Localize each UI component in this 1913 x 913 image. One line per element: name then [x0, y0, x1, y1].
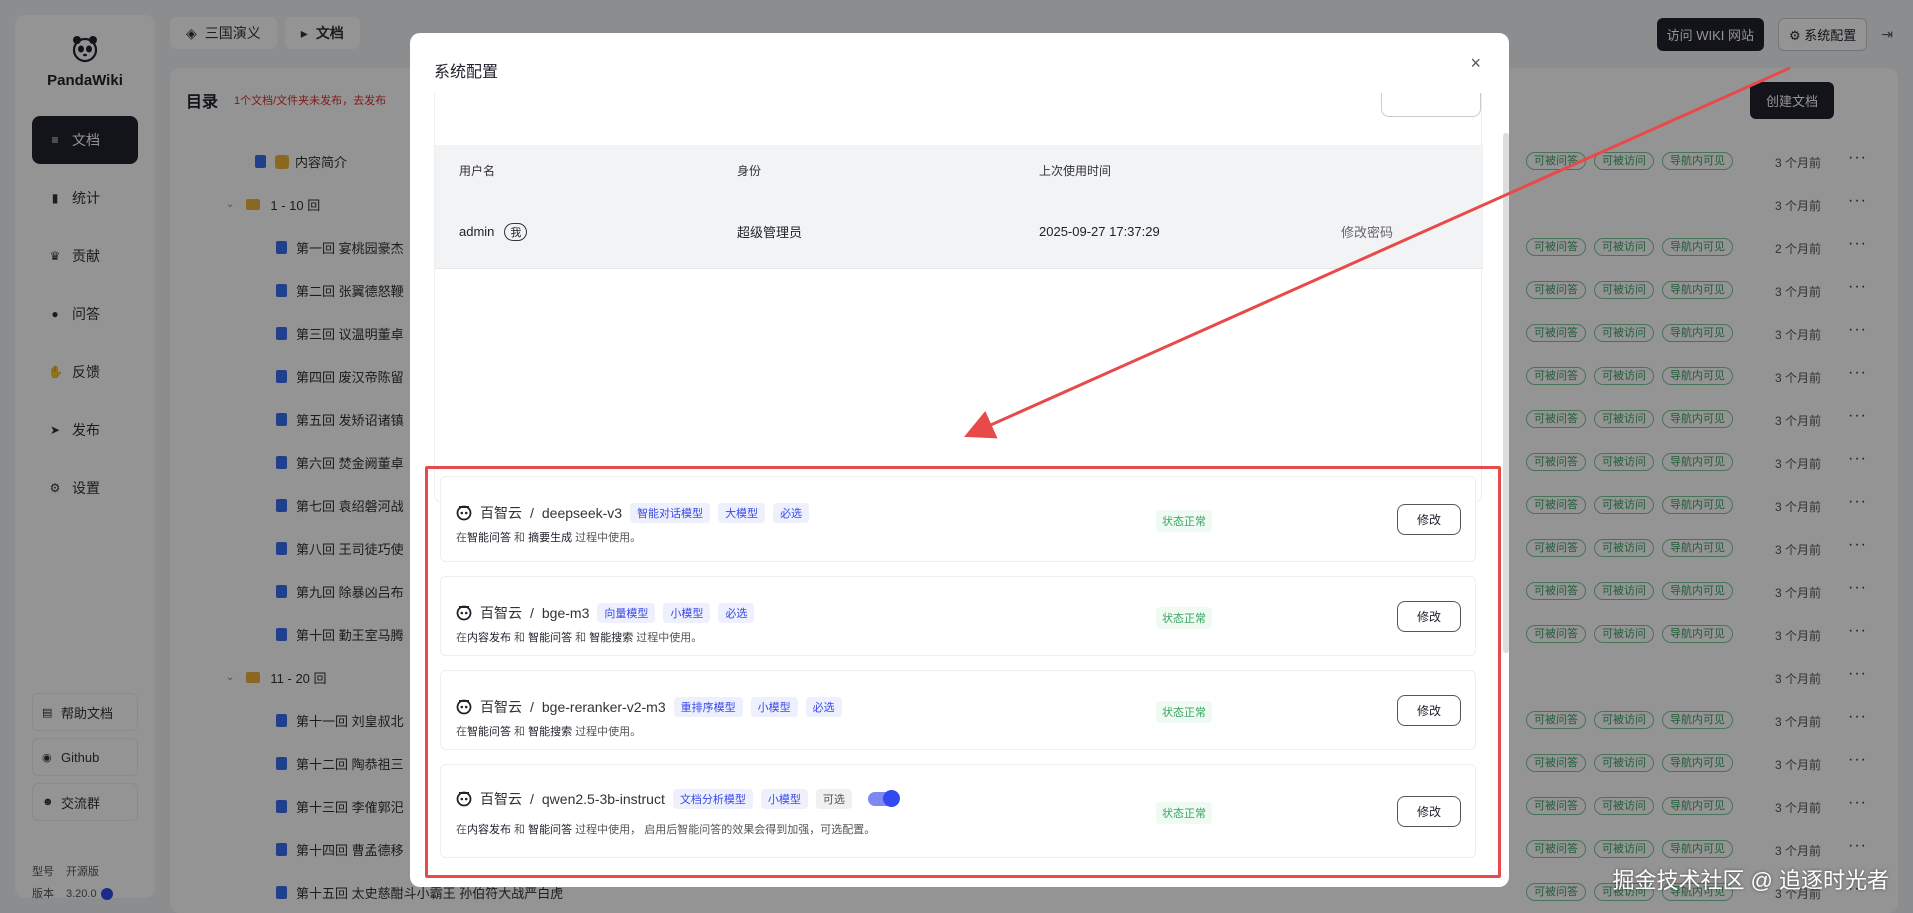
- robot-icon: [456, 699, 472, 715]
- change-password-link[interactable]: 修改密码: [1341, 222, 1483, 241]
- status-badge: 状态正常: [1156, 701, 1212, 723]
- col-last-used: 上次使用时间: [1039, 163, 1112, 178]
- desc-text: 在: [456, 632, 467, 644]
- separator: /: [530, 505, 534, 521]
- model-list: 百智云 / deepseek-v3 智能对话模型 大模型 必选 在智能问答 和 摘要…: [440, 476, 1476, 872]
- desc-keyword: 内容发布: [467, 824, 511, 836]
- robot-icon: [456, 505, 472, 521]
- user-table-header: 用户名 身份 上次使用时间: [435, 145, 1483, 195]
- status-badge: 状态正常: [1156, 510, 1212, 532]
- model-title: 百智云 / qwen2.5-3b-instruct 文档分析模型 小模型 可选: [456, 789, 900, 809]
- model-title: 百智云 / deepseek-v3 智能对话模型 大模型 必选: [456, 503, 810, 523]
- model-name: bge-reranker-v2-m3: [541, 699, 666, 715]
- desc-text: 在: [456, 532, 467, 544]
- user-table: 用户名 身份 上次使用时间 admin 我 超级管理员 2025-09-27 17…: [435, 145, 1483, 269]
- model-description: 在内容发布 和 智能问答 和 智能搜索 过程中使用。: [456, 629, 702, 645]
- col-username: 用户名: [459, 163, 496, 178]
- model-card: 百智云 / bge-reranker-v2-m3 重排序模型 小模型 必选 在智能问…: [440, 670, 1476, 750]
- model-tag: 小模型: [750, 697, 798, 717]
- status-badge: 状态正常: [1156, 607, 1212, 629]
- desc-text: 和: [572, 632, 590, 644]
- desc-keyword: 内容发布: [467, 632, 511, 644]
- modal-scrollbar[interactable]: [1503, 133, 1509, 653]
- table-row: admin 我 超级管理员 2025-09-27 17:37:29 修改密码: [435, 195, 1483, 269]
- col-role: 身份: [737, 163, 762, 178]
- edit-model-button[interactable]: 修改: [1397, 695, 1461, 726]
- model-description: 在智能问答 和 摘要生成 过程中使用。: [456, 529, 641, 545]
- separator: /: [530, 605, 534, 621]
- model-description: 在智能问答 和 智能搜索 过程中使用。: [456, 723, 641, 739]
- model-provider: 百智云: [480, 699, 522, 715]
- optional-tag: 可选: [815, 789, 852, 809]
- desc-keyword: 智能搜索: [528, 726, 573, 738]
- model-tag: 小模型: [663, 603, 711, 623]
- edit-model-button[interactable]: 修改: [1397, 601, 1461, 632]
- model-tag: 重排序模型: [673, 697, 743, 717]
- model-card: 百智云 / bge-m3 向量模型 小模型 必选 在内容发布 和 智能问答 和 智能…: [440, 576, 1476, 656]
- close-icon[interactable]: ×: [1470, 53, 1481, 74]
- add-user-button[interactable]: [1381, 93, 1481, 117]
- model-provider: 百智云: [480, 505, 522, 521]
- watermark: 掘金技术社区 @ 追逐时光者: [1612, 868, 1889, 893]
- username: admin: [459, 223, 495, 239]
- desc-text: 过程中使用。: [572, 532, 642, 544]
- model-title: 百智云 / bge-reranker-v2-m3 重排序模型 小模型 必选: [456, 697, 842, 717]
- user-card: 用户名 身份 上次使用时间 admin 我 超级管理员 2025-09-27 17…: [434, 93, 1483, 503]
- me-badge: 我: [504, 222, 528, 241]
- model-card: 百智云 / qwen2.5-3b-instruct 文档分析模型 小模型 可选 在内…: [440, 764, 1476, 858]
- desc-keyword: 摘要生成: [528, 532, 573, 544]
- desc-text: 和: [511, 532, 529, 544]
- desc-text: 过程中使用， 启用后智能问答的效果会得到加强，可选配置。: [572, 824, 876, 836]
- desc-text: 和: [511, 726, 529, 738]
- model-tag: 文档分析模型: [672, 789, 753, 809]
- desc-text: 在: [456, 726, 467, 738]
- desc-keyword: 智能搜索: [589, 632, 634, 644]
- model-description: 在内容发布 和 智能问答 过程中使用， 启用后智能问答的效果会得到加强，可选配置…: [456, 821, 875, 837]
- system-config-modal: 系统配置 × 用户名 身份 上次使用时间 admin 我 超级管理员 2025-0…: [410, 33, 1509, 887]
- desc-text: 和: [511, 632, 529, 644]
- robot-icon: [456, 605, 472, 621]
- model-tag: 必选: [773, 503, 810, 523]
- desc-text: 和: [511, 824, 529, 836]
- separator: /: [530, 699, 534, 715]
- cell-username: admin 我: [435, 222, 737, 241]
- model-tag: 必选: [805, 697, 842, 717]
- model-provider: 百智云: [480, 791, 522, 807]
- desc-text: 过程中使用。: [572, 726, 642, 738]
- model-name: deepseek-v3: [541, 505, 623, 521]
- edit-model-button[interactable]: 修改: [1397, 796, 1461, 827]
- cell-role: 超级管理员: [737, 225, 803, 240]
- desc-text: 在: [456, 824, 467, 836]
- desc-keyword: 智能问答: [528, 632, 573, 644]
- edit-model-button[interactable]: 修改: [1397, 504, 1461, 535]
- robot-icon: [456, 791, 472, 807]
- model-tag: 向量模型: [597, 603, 656, 623]
- model-tag: 大模型: [718, 503, 766, 523]
- desc-text: 过程中使用。: [633, 632, 703, 644]
- desc-keyword: 智能问答: [528, 824, 573, 836]
- desc-keyword: 智能问答: [467, 726, 511, 738]
- model-card: 百智云 / deepseek-v3 智能对话模型 大模型 必选 在智能问答 和 摘要…: [440, 476, 1476, 562]
- model-tag: 小模型: [760, 789, 808, 809]
- model-tag: 智能对话模型: [630, 503, 711, 523]
- separator: /: [530, 791, 534, 807]
- status-badge: 状态正常: [1156, 802, 1212, 824]
- model-provider: 百智云: [480, 605, 522, 621]
- desc-keyword: 智能问答: [467, 532, 511, 544]
- model-title: 百智云 / bge-m3 向量模型 小模型 必选: [456, 603, 755, 623]
- model-tag: 必选: [718, 603, 755, 623]
- model-name: bge-m3: [541, 605, 590, 621]
- cell-last-used: 2025-09-27 17:37:29: [1039, 224, 1160, 239]
- enable-toggle[interactable]: [867, 790, 900, 807]
- model-name: qwen2.5-3b-instruct: [541, 791, 665, 807]
- modal-title: 系统配置: [434, 64, 499, 81]
